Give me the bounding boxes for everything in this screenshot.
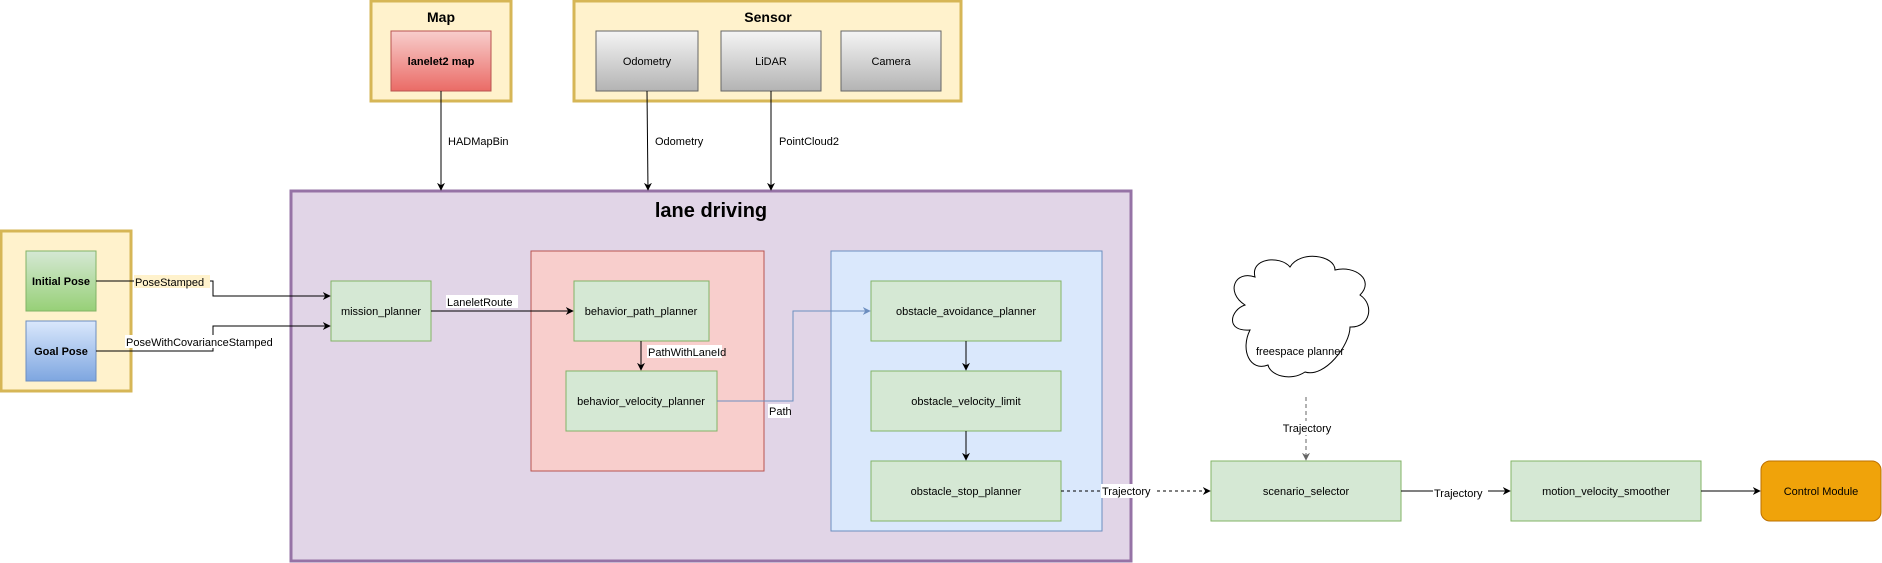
sensor-group: Sensor Odometry LiDAR Camera xyxy=(572,0,963,103)
obstacle-avoidance-planner-label: obstacle_avoidance_planner xyxy=(896,306,1036,318)
behavior-path-planner-node[interactable]: behavior_path_planner xyxy=(573,280,710,342)
map-group-title: Map xyxy=(427,9,455,25)
control-module-label: Control Module xyxy=(1784,486,1859,498)
edge-label-trajectory-freespace: Trajectory xyxy=(1283,423,1332,435)
edge-label-posestamped: PoseStamped xyxy=(135,277,204,289)
camera-node[interactable]: Camera xyxy=(840,30,942,92)
edge-lidar-to-lane: PointCloud2 xyxy=(767,91,839,191)
edge-odometry-to-lane: Odometry xyxy=(643,90,704,191)
obstacle-avoidance-planner-node[interactable]: obstacle_avoidance_planner xyxy=(870,280,1062,342)
odometry-sensor-label: Odometry xyxy=(623,56,672,68)
control-module-node[interactable]: Control Module xyxy=(1760,460,1882,522)
edge-label-pathwithlaneid: PathWithLaneId xyxy=(648,347,726,359)
freespace-planner-label: freespace planner xyxy=(1256,346,1344,358)
behavior-velocity-planner-node[interactable]: behavior_velocity_planner xyxy=(565,370,718,432)
lanelet2-map-label: lanelet2 map xyxy=(408,56,475,68)
edge-label-hadmapbin: HADMapBin xyxy=(448,136,509,148)
edge-selector-to-smoother: Trajectory xyxy=(1401,486,1511,500)
mission-planner-label: mission_planner xyxy=(341,306,421,318)
obstacle-velocity-limit-node[interactable]: obstacle_velocity_limit xyxy=(870,370,1062,432)
obstacle-stop-planner-node[interactable]: obstacle_stop_planner xyxy=(870,460,1062,522)
edge-label-odometry: Odometry xyxy=(655,136,704,148)
scenario-selector-label: scenario_selector xyxy=(1263,486,1350,498)
edge-freespace-to-selector: Trajectory xyxy=(1280,397,1334,461)
map-group: Map lanelet2 map xyxy=(369,0,513,103)
motion-velocity-smoother-node[interactable]: motion_velocity_smoother xyxy=(1510,460,1702,522)
mission-planner-node[interactable]: mission_planner xyxy=(330,280,432,342)
scenario-selector-node[interactable]: scenario_selector xyxy=(1210,460,1402,522)
obstacle-stop-planner-label: obstacle_stop_planner xyxy=(911,486,1022,498)
initial-pose-label: Initial Pose xyxy=(32,276,90,288)
edge-label-laneletroute: LaneletRoute xyxy=(447,297,512,309)
lidar-node[interactable]: LiDAR xyxy=(720,30,822,92)
edge-label-posewithcovariancestamped: PoseWithCovarianceStamped xyxy=(126,337,273,349)
lidar-label: LiDAR xyxy=(755,56,787,68)
camera-label: Camera xyxy=(871,56,911,68)
pose-inputs-group: Initial Pose Goal Pose xyxy=(0,229,133,393)
behavior-velocity-planner-label: behavior_velocity_planner xyxy=(577,396,705,408)
architecture-diagram: Map lanelet2 map Sensor Odometry LiDAR C… xyxy=(0,0,1882,563)
lane-driving-title: lane driving xyxy=(655,200,767,222)
edge-map-to-lane: HADMapBin xyxy=(437,91,509,191)
goal-pose-label: Goal Pose xyxy=(34,346,88,358)
goal-pose-node[interactable]: Goal Pose xyxy=(25,320,97,382)
behavior-path-planner-label: behavior_path_planner xyxy=(585,306,698,318)
lanelet2-map-node[interactable]: lanelet2 map xyxy=(390,30,492,92)
initial-pose-node[interactable]: Initial Pose xyxy=(25,250,97,312)
cloud-shape xyxy=(1232,255,1370,378)
edge-label-trajectory-selector: Trajectory xyxy=(1434,488,1483,500)
sensor-group-title: Sensor xyxy=(744,9,792,25)
edge-label-trajectory-osp: Trajectory xyxy=(1102,486,1151,498)
freespace-planner-node[interactable]: freespace planner xyxy=(1232,255,1370,378)
edge-label-path: Path xyxy=(769,406,792,418)
obstacle-velocity-limit-label: obstacle_velocity_limit xyxy=(911,396,1020,408)
odometry-sensor-node[interactable]: Odometry xyxy=(595,30,699,92)
edge-label-pointcloud2: PointCloud2 xyxy=(779,136,839,148)
motion-velocity-smoother-label: motion_velocity_smoother xyxy=(1542,486,1670,498)
